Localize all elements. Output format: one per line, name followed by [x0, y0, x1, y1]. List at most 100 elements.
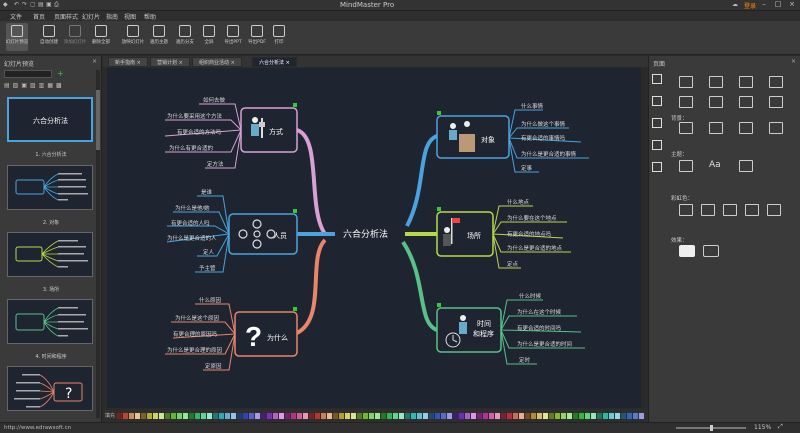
- rainbow-option-icon[interactable]: [701, 204, 715, 216]
- color-swatch[interactable]: [597, 413, 602, 419]
- color-swatch[interactable]: [357, 413, 362, 419]
- undo-icon[interactable]: ↶: [14, 1, 19, 8]
- rainbow-option-icon[interactable]: [767, 204, 781, 216]
- menu-home[interactable]: 首页: [33, 12, 45, 21]
- menu-page-style[interactable]: 页面样式: [54, 12, 78, 21]
- color-swatch[interactable]: [591, 413, 596, 419]
- renyuan-item[interactable]: 为什么是他/她: [175, 204, 210, 212]
- weishenme-item[interactable]: 为什么是更合理的原因: [167, 346, 223, 354]
- fangshi-item[interactable]: 为什么有更合适的: [169, 144, 214, 152]
- color-swatch[interactable]: [279, 413, 284, 419]
- color-swatch[interactable]: [297, 413, 302, 419]
- theme-option-icon[interactable]: [679, 160, 693, 172]
- weishenme-item[interactable]: 什么原因: [199, 296, 222, 304]
- layout-option-icon[interactable]: [769, 76, 783, 88]
- color-swatch[interactable]: [363, 413, 368, 419]
- color-swatch[interactable]: [315, 413, 320, 419]
- color-swatch[interactable]: [345, 413, 350, 419]
- tab-marketing[interactable]: 营销计划 ×: [150, 57, 190, 67]
- color-swatch[interactable]: [549, 413, 554, 419]
- color-swatch[interactable]: [219, 413, 224, 419]
- changsuo-item[interactable]: 什么地点: [507, 198, 530, 206]
- color-swatch[interactable]: [483, 413, 488, 419]
- color-swatch[interactable]: [393, 413, 398, 419]
- color-swatch[interactable]: [441, 413, 446, 419]
- print-button[interactable]: 打印: [268, 23, 290, 51]
- fangshi-item[interactable]: 有更合适的方法吗: [177, 128, 222, 136]
- topic-shijian[interactable]: [436, 307, 502, 353]
- slide-select[interactable]: [4, 70, 52, 78]
- color-swatch[interactable]: [189, 413, 194, 419]
- traverse-topic-button[interactable]: 遍历主题: [148, 23, 170, 51]
- color-swatch[interactable]: [501, 413, 506, 419]
- color-swatch[interactable]: [525, 413, 530, 419]
- duixiang-item[interactable]: 为什么是更合适的事情: [521, 150, 577, 158]
- color-swatch[interactable]: [207, 413, 212, 419]
- color-swatch[interactable]: [609, 413, 614, 419]
- fangshi-item[interactable]: 定方法: [207, 160, 224, 168]
- color-swatch[interactable]: [255, 413, 260, 419]
- redo-icon[interactable]: ↷: [22, 1, 27, 8]
- color-swatch[interactable]: [585, 413, 590, 419]
- color-swatch[interactable]: [171, 413, 176, 419]
- color-swatch[interactable]: [195, 413, 200, 419]
- slide-thumb-4[interactable]: [7, 299, 93, 344]
- color-swatch[interactable]: [381, 413, 386, 419]
- fangshi-item[interactable]: 如何去做: [203, 96, 226, 104]
- play-slides-button[interactable]: 放映幻灯片: [122, 23, 144, 51]
- color-swatch[interactable]: [201, 413, 206, 419]
- close-icon[interactable]: ×: [785, 0, 799, 8]
- color-swatch[interactable]: [267, 413, 272, 419]
- color-swatch[interactable]: [249, 413, 254, 419]
- add-slide-button[interactable]: 添加幻灯片: [64, 23, 86, 51]
- color-swatch[interactable]: [513, 413, 518, 419]
- color-swatch[interactable]: [615, 413, 620, 419]
- changsuo-item[interactable]: 为什么要在这个地点: [507, 214, 557, 222]
- duixiang-item[interactable]: 什么事情: [521, 102, 544, 110]
- cloud-icon[interactable]: ☁: [732, 1, 738, 8]
- color-swatch[interactable]: [399, 413, 404, 419]
- color-swatch[interactable]: [375, 413, 380, 419]
- color-swatch[interactable]: [135, 413, 140, 419]
- color-swatch[interactable]: [507, 413, 512, 419]
- changsuo-item[interactable]: 定点: [507, 260, 519, 268]
- effect-hand-icon[interactable]: [703, 245, 719, 257]
- zoom-slider-thumb[interactable]: [710, 425, 713, 431]
- color-swatch[interactable]: [237, 413, 242, 419]
- color-swatch[interactable]: [603, 413, 608, 419]
- effect-pen-icon[interactable]: [679, 245, 695, 257]
- color-swatch[interactable]: [123, 413, 128, 419]
- note-icon[interactable]: [293, 307, 297, 311]
- background-option-icon[interactable]: [709, 122, 723, 134]
- left-scrollbar[interactable]: [96, 70, 100, 418]
- note-icon[interactable]: [293, 209, 297, 213]
- menu-slides[interactable]: 幻灯片: [82, 12, 100, 21]
- color-swatch[interactable]: [141, 413, 146, 419]
- menu-help[interactable]: 帮助: [144, 12, 156, 21]
- color-swatch[interactable]: [117, 413, 122, 419]
- color-swatch[interactable]: [489, 413, 494, 419]
- traverse-branch-button[interactable]: 遍历分支: [174, 23, 196, 51]
- export-ppt-button[interactable]: 导出PPT: [222, 23, 244, 51]
- color-swatch[interactable]: [327, 413, 332, 419]
- color-swatch[interactable]: [555, 413, 560, 419]
- add-icon[interactable]: +: [57, 69, 64, 78]
- slide-thumb-1[interactable]: 六合分析法: [7, 97, 93, 142]
- color-swatch[interactable]: [561, 413, 566, 419]
- layout-option-icon[interactable]: [709, 96, 723, 108]
- slide-thumb-2[interactable]: [7, 165, 93, 210]
- color-swatch[interactable]: [261, 413, 266, 419]
- duixiang-item[interactable]: 为什么做这个事情: [521, 120, 566, 128]
- color-swatch[interactable]: [519, 413, 524, 419]
- color-swatch[interactable]: [447, 413, 452, 419]
- renyuan-item[interactable]: 是谁: [201, 188, 213, 196]
- shijian-item[interactable]: 有更合适的时间吗: [517, 324, 562, 332]
- new-icon[interactable]: ▢: [30, 1, 36, 8]
- changsuo-item[interactable]: 有更合适的地点吗: [507, 230, 552, 238]
- color-swatch[interactable]: [309, 413, 314, 419]
- color-swatch[interactable]: [159, 413, 164, 419]
- layout-icon[interactable]: [652, 96, 662, 106]
- color-swatch[interactable]: [627, 413, 632, 419]
- color-swatch[interactable]: [411, 413, 416, 419]
- renyuan-item[interactable]: 定人: [203, 248, 215, 256]
